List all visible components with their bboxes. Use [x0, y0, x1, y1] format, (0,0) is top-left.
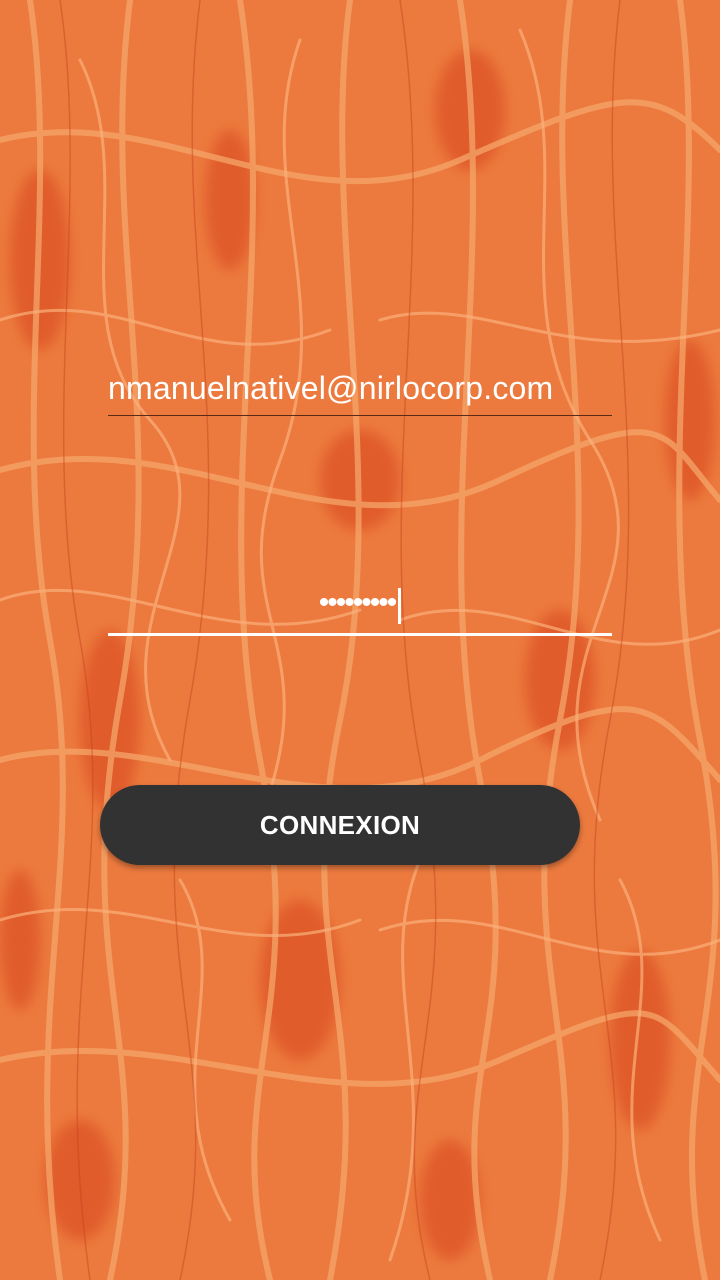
background-texture	[0, 0, 720, 1280]
email-field[interactable]: nmanuelnativel@nirlocorp.com	[108, 360, 612, 416]
password-field[interactable]: •••••••••	[108, 572, 612, 636]
connexion-button[interactable]: CONNEXION	[100, 785, 580, 865]
text-cursor	[398, 588, 402, 624]
password-dots: •••••••••	[318, 586, 398, 619]
password-input: •••••••••	[108, 586, 612, 626]
email-value: nmanuelnativel@nirlocorp.com	[108, 370, 554, 406]
